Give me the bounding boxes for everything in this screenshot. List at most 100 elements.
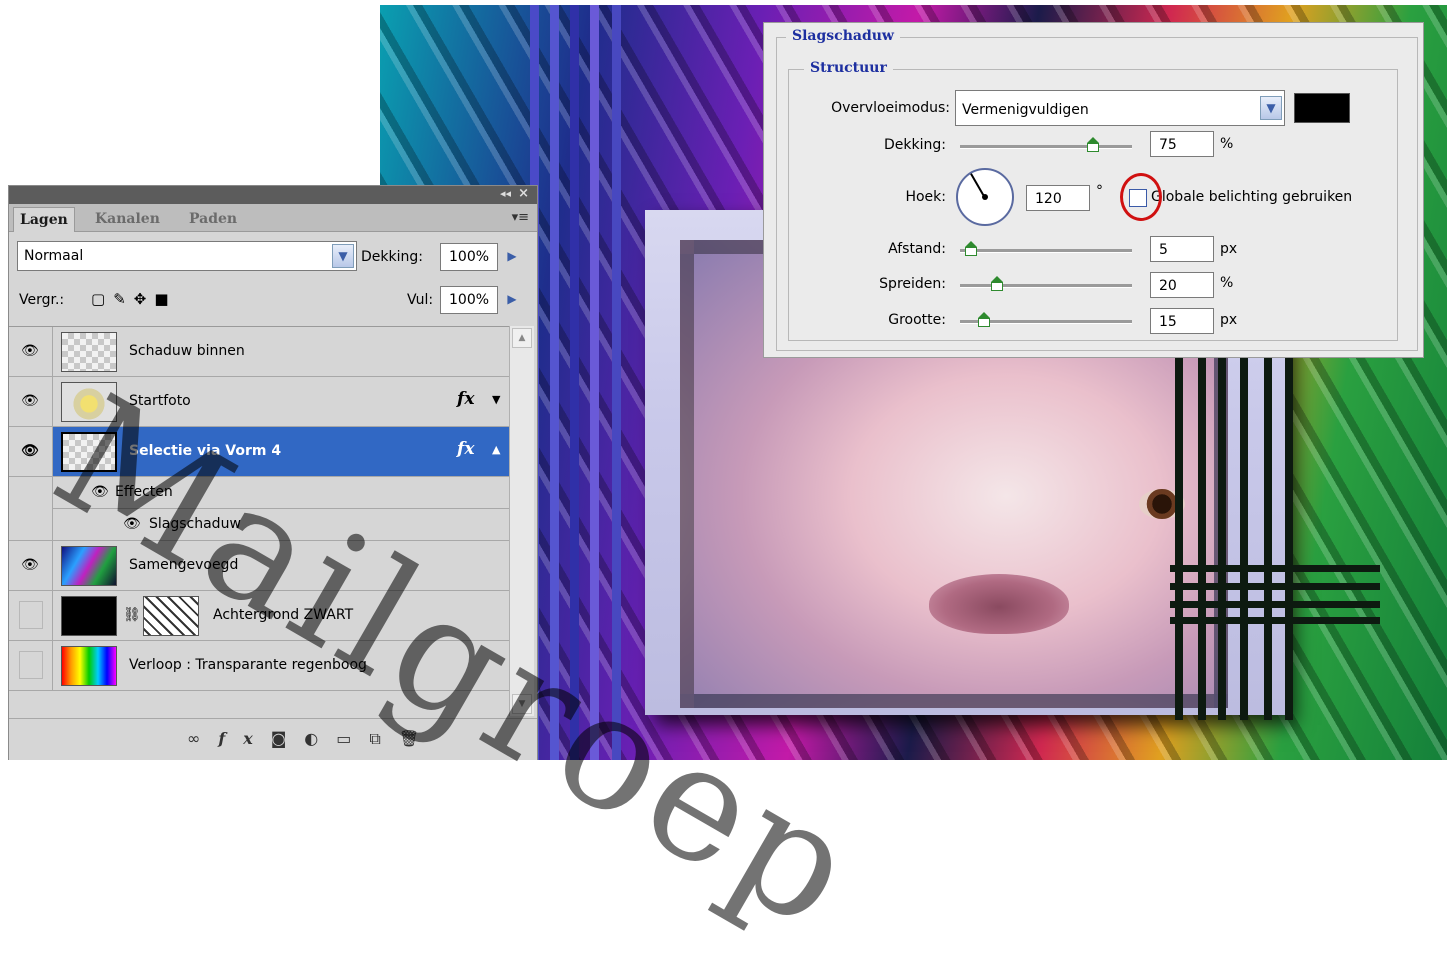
angle-label: Hoek: (905, 189, 946, 205)
scroll-down-icon[interactable]: ▼ (512, 694, 532, 714)
layer-name: Startfoto (129, 393, 191, 409)
eye-icon: 👁 (21, 557, 39, 573)
trash-icon[interactable]: 🗑 (399, 729, 437, 748)
opacity-field[interactable]: 75 (1150, 131, 1214, 157)
angle-dial[interactable] (956, 168, 1014, 226)
layer-thumbnail (61, 432, 117, 472)
fill-label: Vul: (407, 292, 434, 308)
scrollbar[interactable]: ▲ ▼ (509, 326, 534, 716)
chevron-down-icon[interactable]: ▼ (332, 244, 354, 268)
layer-thumbnail (61, 546, 117, 586)
artwork-stripe (1218, 305, 1226, 720)
fx-icon[interactable]: fx (218, 729, 270, 748)
layer-row[interactable]: 👁 Schaduw binnen (9, 327, 509, 377)
chevron-down-icon[interactable]: ▼ (1260, 96, 1282, 120)
layer-thumbnail (61, 596, 117, 636)
opacity-slider-thumb[interactable] (1087, 137, 1099, 152)
spread-slider-thumb[interactable] (991, 276, 1003, 291)
lock-transparency-icon[interactable]: ▢ (91, 290, 113, 308)
scroll-up-icon[interactable]: ▲ (512, 328, 532, 348)
portrait-lips (929, 574, 1069, 634)
size-value: 15 (1159, 314, 1177, 330)
effects-row[interactable]: 👁 Effecten (53, 477, 509, 509)
visibility-toggle[interactable] (9, 641, 53, 690)
layer-row[interactable]: ⛓ Achtergrond ZWART (9, 591, 509, 641)
effect-item-row[interactable]: 👁 Slagschaduw (53, 509, 509, 541)
tab-kanalen[interactable]: Kanalen (89, 207, 166, 231)
lock-move-icon[interactable]: ✥ (134, 290, 155, 308)
folder-icon[interactable]: ▭ (336, 729, 369, 748)
close-icon[interactable]: × (518, 186, 529, 201)
panel-menu-icon[interactable]: ▾≡ (512, 210, 529, 225)
mask-icon[interactable]: ◙ (271, 729, 305, 748)
layer-thumbnail (61, 332, 117, 372)
opacity-slider[interactable] (960, 145, 1132, 149)
blend-mode-select[interactable]: Vermenigvuldigen ▼ (955, 90, 1285, 126)
size-unit: px (1220, 312, 1238, 328)
fx-icon[interactable]: fx (457, 389, 474, 409)
distance-slider[interactable] (960, 249, 1132, 253)
opacity-field[interactable]: 100% (440, 243, 498, 271)
global-light-label: Globale belichting gebruiken (1151, 189, 1353, 205)
chevron-down-icon[interactable]: ▼ (492, 393, 500, 406)
distance-unit: px (1220, 241, 1238, 257)
layer-row[interactable]: 👁 Startfoto fx ▼ (9, 377, 509, 427)
lock-icons: ▢✎✥■ (91, 290, 177, 308)
lock-brush-icon[interactable]: ✎ (113, 290, 134, 308)
new-layer-icon[interactable]: ⧉ (369, 729, 398, 748)
visibility-toggle[interactable]: 👁 (9, 541, 53, 590)
blend-mode-select[interactable]: Normaal ▼ (17, 241, 357, 271)
layer-name: Verloop : Transparante regenboog (129, 657, 367, 673)
layer-row-selected[interactable]: 👁 Selectie via Vorm 4 fx ▲ (9, 427, 509, 477)
distance-slider-thumb[interactable] (965, 241, 977, 256)
tab-lagen[interactable]: Lagen (13, 207, 75, 232)
eye-icon[interactable]: 👁 (91, 484, 109, 500)
adjustment-icon[interactable]: ◐ (304, 729, 336, 748)
layer-name: Samengevoegd (129, 557, 239, 573)
opacity-arrow-icon[interactable]: ▶ (501, 243, 523, 269)
panel-titlebar[interactable]: ◂◂ × (9, 186, 537, 204)
spread-field[interactable]: 20 (1150, 272, 1214, 298)
link-icon[interactable]: ∞ (187, 729, 218, 748)
opacity-label: Dekking: (361, 249, 423, 265)
artwork-stripe (612, 5, 621, 760)
opacity-value: 100% (449, 249, 490, 265)
fill-arrow-icon[interactable]: ▶ (501, 286, 523, 312)
visibility-toggle[interactable]: 👁 (9, 427, 53, 476)
size-slider-thumb[interactable] (978, 312, 990, 327)
fill-field[interactable]: 100% (440, 286, 498, 314)
spread-value: 20 (1159, 278, 1177, 294)
angle-field[interactable]: 120 (1026, 185, 1090, 211)
layer-row[interactable]: Verloop : Transparante regenboog (9, 641, 509, 691)
chevron-up-icon[interactable]: ▲ (492, 443, 500, 456)
layer-row[interactable]: 👁 Samengevoegd (9, 541, 509, 591)
structure-legend: Structuur (804, 60, 893, 76)
lock-all-icon[interactable]: ■ (154, 290, 176, 308)
opacity-label: Dekking: (884, 137, 946, 153)
size-field[interactable]: 15 (1150, 308, 1214, 334)
eye-icon: 👁 (21, 443, 39, 459)
layer-name: Selectie via Vorm 4 (129, 443, 282, 459)
shadow-color-swatch[interactable] (1294, 93, 1350, 123)
distance-field[interactable]: 5 (1150, 236, 1214, 262)
link-icon[interactable]: ⛓ (123, 607, 141, 623)
layers-panel: ◂◂ × Lagen Kanalen Paden ▾≡ Normaal ▼ De… (8, 185, 538, 760)
artwork-stripe (550, 5, 559, 760)
effects-gutter (9, 477, 53, 541)
artwork-stripe (570, 5, 579, 760)
spread-slider[interactable] (960, 284, 1132, 288)
artwork-stripe (1285, 305, 1293, 720)
artwork-stripe (1240, 305, 1248, 720)
visibility-toggle[interactable]: 👁 (9, 377, 53, 426)
blend-mode-value: Normaal (24, 248, 84, 264)
layer-thumbnail (61, 382, 117, 422)
collapse-icon[interactable]: ◂◂ (500, 187, 511, 200)
visibility-toggle[interactable]: 👁 (9, 327, 53, 376)
layer-list: 👁 Schaduw binnen 👁 Startfoto fx ▼ 👁 Sele… (9, 326, 509, 717)
tab-paden[interactable]: Paden (183, 207, 243, 231)
dialog-title: Slagschaduw (786, 28, 900, 44)
eye-icon[interactable]: 👁 (123, 516, 141, 532)
layer-name: Schaduw binnen (129, 343, 245, 359)
visibility-toggle[interactable] (9, 591, 53, 640)
fx-icon[interactable]: fx (457, 439, 474, 459)
